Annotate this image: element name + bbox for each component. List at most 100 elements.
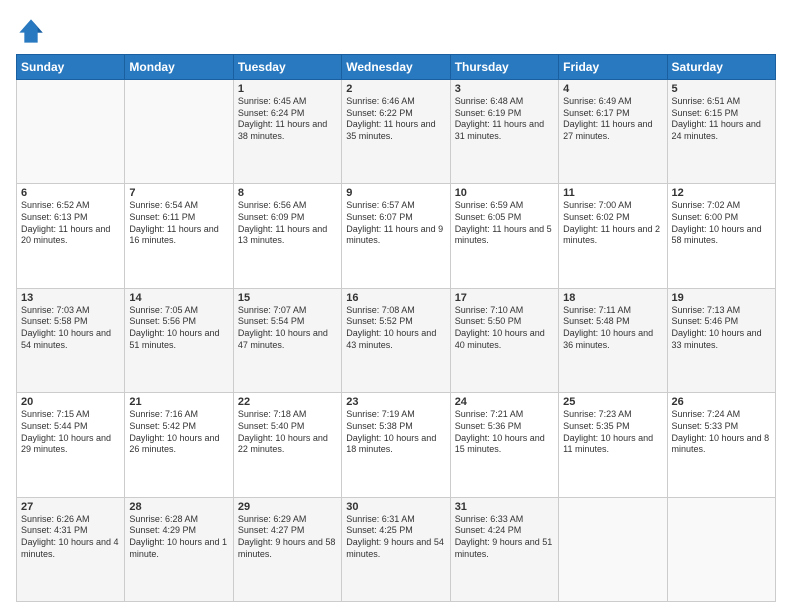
table-row (17, 80, 125, 184)
day-info: Sunrise: 6:49 AM Sunset: 6:17 PM Dayligh… (563, 96, 662, 143)
day-info: Sunrise: 6:29 AM Sunset: 4:27 PM Dayligh… (238, 514, 337, 561)
calendar-header-row: Sunday Monday Tuesday Wednesday Thursday… (17, 55, 776, 80)
col-thursday: Thursday (450, 55, 558, 80)
table-row: 27Sunrise: 6:26 AM Sunset: 4:31 PM Dayli… (17, 497, 125, 601)
calendar-week-row: 1Sunrise: 6:45 AM Sunset: 6:24 PM Daylig… (17, 80, 776, 184)
table-row: 21Sunrise: 7:16 AM Sunset: 5:42 PM Dayli… (125, 393, 233, 497)
day-number: 21 (129, 396, 228, 408)
table-row: 8Sunrise: 6:56 AM Sunset: 6:09 PM Daylig… (233, 184, 341, 288)
day-info: Sunrise: 6:57 AM Sunset: 6:07 PM Dayligh… (346, 200, 445, 247)
table-row: 14Sunrise: 7:05 AM Sunset: 5:56 PM Dayli… (125, 288, 233, 392)
table-row: 6Sunrise: 6:52 AM Sunset: 6:13 PM Daylig… (17, 184, 125, 288)
table-row: 5Sunrise: 6:51 AM Sunset: 6:15 PM Daylig… (667, 80, 775, 184)
table-row: 3Sunrise: 6:48 AM Sunset: 6:19 PM Daylig… (450, 80, 558, 184)
day-info: Sunrise: 7:00 AM Sunset: 6:02 PM Dayligh… (563, 200, 662, 247)
table-row (667, 497, 775, 601)
day-number: 5 (672, 83, 771, 95)
day-number: 12 (672, 187, 771, 199)
day-info: Sunrise: 6:51 AM Sunset: 6:15 PM Dayligh… (672, 96, 771, 143)
day-number: 17 (455, 292, 554, 304)
col-friday: Friday (559, 55, 667, 80)
day-info: Sunrise: 7:07 AM Sunset: 5:54 PM Dayligh… (238, 305, 337, 352)
day-number: 18 (563, 292, 662, 304)
table-row: 25Sunrise: 7:23 AM Sunset: 5:35 PM Dayli… (559, 393, 667, 497)
day-info: Sunrise: 7:02 AM Sunset: 6:00 PM Dayligh… (672, 200, 771, 247)
table-row: 17Sunrise: 7:10 AM Sunset: 5:50 PM Dayli… (450, 288, 558, 392)
day-info: Sunrise: 7:03 AM Sunset: 5:58 PM Dayligh… (21, 305, 120, 352)
table-row: 9Sunrise: 6:57 AM Sunset: 6:07 PM Daylig… (342, 184, 450, 288)
day-info: Sunrise: 7:21 AM Sunset: 5:36 PM Dayligh… (455, 409, 554, 456)
logo-icon (16, 16, 46, 46)
day-info: Sunrise: 6:59 AM Sunset: 6:05 PM Dayligh… (455, 200, 554, 247)
day-number: 26 (672, 396, 771, 408)
col-saturday: Saturday (667, 55, 775, 80)
day-number: 1 (238, 83, 337, 95)
day-number: 31 (455, 501, 554, 513)
table-row: 26Sunrise: 7:24 AM Sunset: 5:33 PM Dayli… (667, 393, 775, 497)
day-number: 16 (346, 292, 445, 304)
day-number: 2 (346, 83, 445, 95)
calendar: Sunday Monday Tuesday Wednesday Thursday… (16, 54, 776, 602)
day-number: 6 (21, 187, 120, 199)
day-info: Sunrise: 6:56 AM Sunset: 6:09 PM Dayligh… (238, 200, 337, 247)
day-info: Sunrise: 7:11 AM Sunset: 5:48 PM Dayligh… (563, 305, 662, 352)
day-info: Sunrise: 6:52 AM Sunset: 6:13 PM Dayligh… (21, 200, 120, 247)
table-row: 22Sunrise: 7:18 AM Sunset: 5:40 PM Dayli… (233, 393, 341, 497)
table-row: 16Sunrise: 7:08 AM Sunset: 5:52 PM Dayli… (342, 288, 450, 392)
day-number: 28 (129, 501, 228, 513)
table-row: 19Sunrise: 7:13 AM Sunset: 5:46 PM Dayli… (667, 288, 775, 392)
day-info: Sunrise: 7:13 AM Sunset: 5:46 PM Dayligh… (672, 305, 771, 352)
day-number: 24 (455, 396, 554, 408)
col-tuesday: Tuesday (233, 55, 341, 80)
table-row: 20Sunrise: 7:15 AM Sunset: 5:44 PM Dayli… (17, 393, 125, 497)
day-number: 14 (129, 292, 228, 304)
day-number: 29 (238, 501, 337, 513)
day-number: 19 (672, 292, 771, 304)
day-number: 22 (238, 396, 337, 408)
table-row: 13Sunrise: 7:03 AM Sunset: 5:58 PM Dayli… (17, 288, 125, 392)
day-number: 4 (563, 83, 662, 95)
table-row: 4Sunrise: 6:49 AM Sunset: 6:17 PM Daylig… (559, 80, 667, 184)
day-info: Sunrise: 7:05 AM Sunset: 5:56 PM Dayligh… (129, 305, 228, 352)
day-info: Sunrise: 7:08 AM Sunset: 5:52 PM Dayligh… (346, 305, 445, 352)
table-row: 23Sunrise: 7:19 AM Sunset: 5:38 PM Dayli… (342, 393, 450, 497)
table-row: 1Sunrise: 6:45 AM Sunset: 6:24 PM Daylig… (233, 80, 341, 184)
page-header (16, 16, 776, 46)
table-row: 24Sunrise: 7:21 AM Sunset: 5:36 PM Dayli… (450, 393, 558, 497)
table-row: 7Sunrise: 6:54 AM Sunset: 6:11 PM Daylig… (125, 184, 233, 288)
day-number: 30 (346, 501, 445, 513)
table-row: 12Sunrise: 7:02 AM Sunset: 6:00 PM Dayli… (667, 184, 775, 288)
day-info: Sunrise: 6:26 AM Sunset: 4:31 PM Dayligh… (21, 514, 120, 561)
table-row (125, 80, 233, 184)
day-info: Sunrise: 7:24 AM Sunset: 5:33 PM Dayligh… (672, 409, 771, 456)
day-number: 25 (563, 396, 662, 408)
table-row: 15Sunrise: 7:07 AM Sunset: 5:54 PM Dayli… (233, 288, 341, 392)
day-number: 15 (238, 292, 337, 304)
col-monday: Monday (125, 55, 233, 80)
calendar-week-row: 20Sunrise: 7:15 AM Sunset: 5:44 PM Dayli… (17, 393, 776, 497)
day-info: Sunrise: 6:31 AM Sunset: 4:25 PM Dayligh… (346, 514, 445, 561)
day-info: Sunrise: 7:18 AM Sunset: 5:40 PM Dayligh… (238, 409, 337, 456)
day-number: 9 (346, 187, 445, 199)
table-row: 11Sunrise: 7:00 AM Sunset: 6:02 PM Dayli… (559, 184, 667, 288)
logo (16, 16, 50, 46)
day-number: 7 (129, 187, 228, 199)
day-info: Sunrise: 6:28 AM Sunset: 4:29 PM Dayligh… (129, 514, 228, 561)
calendar-week-row: 13Sunrise: 7:03 AM Sunset: 5:58 PM Dayli… (17, 288, 776, 392)
day-info: Sunrise: 7:15 AM Sunset: 5:44 PM Dayligh… (21, 409, 120, 456)
day-number: 10 (455, 187, 554, 199)
day-number: 8 (238, 187, 337, 199)
day-info: Sunrise: 6:46 AM Sunset: 6:22 PM Dayligh… (346, 96, 445, 143)
day-info: Sunrise: 6:33 AM Sunset: 4:24 PM Dayligh… (455, 514, 554, 561)
day-info: Sunrise: 6:45 AM Sunset: 6:24 PM Dayligh… (238, 96, 337, 143)
day-info: Sunrise: 7:16 AM Sunset: 5:42 PM Dayligh… (129, 409, 228, 456)
day-number: 27 (21, 501, 120, 513)
day-info: Sunrise: 7:23 AM Sunset: 5:35 PM Dayligh… (563, 409, 662, 456)
table-row: 10Sunrise: 6:59 AM Sunset: 6:05 PM Dayli… (450, 184, 558, 288)
day-number: 13 (21, 292, 120, 304)
table-row: 28Sunrise: 6:28 AM Sunset: 4:29 PM Dayli… (125, 497, 233, 601)
table-row (559, 497, 667, 601)
col-wednesday: Wednesday (342, 55, 450, 80)
day-info: Sunrise: 7:10 AM Sunset: 5:50 PM Dayligh… (455, 305, 554, 352)
day-info: Sunrise: 6:54 AM Sunset: 6:11 PM Dayligh… (129, 200, 228, 247)
